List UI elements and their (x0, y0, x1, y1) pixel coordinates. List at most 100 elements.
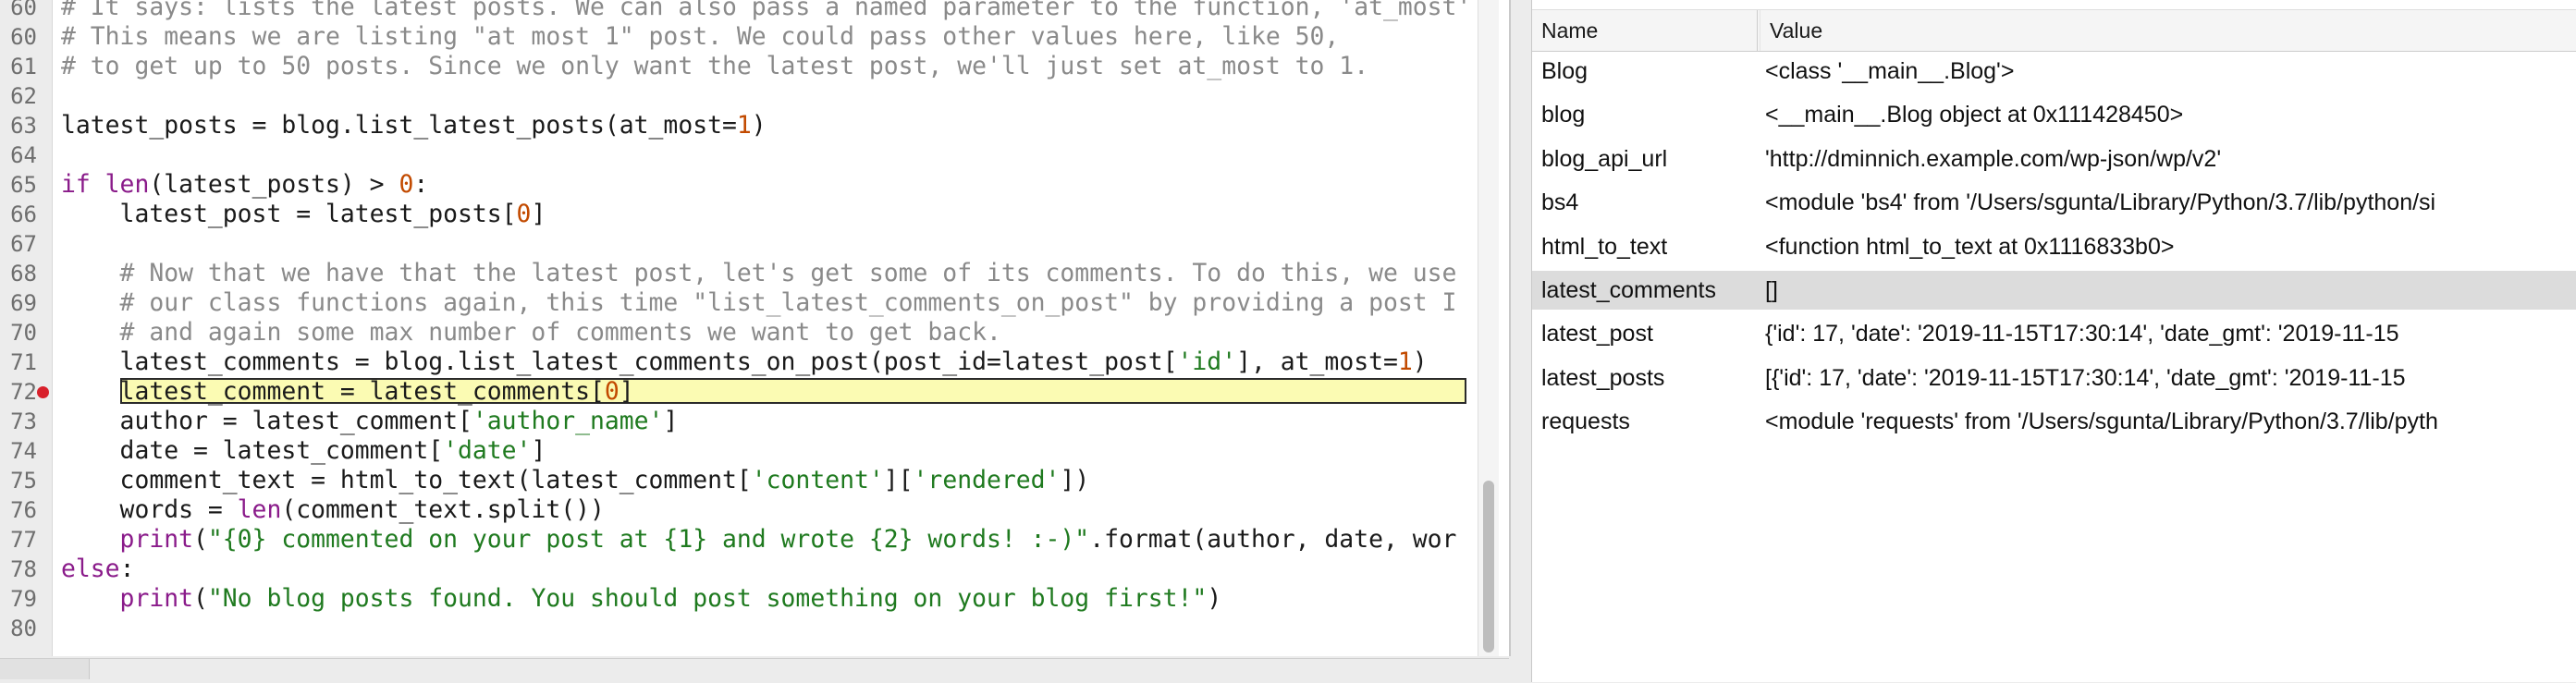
variables-table-header: Name Value (1532, 9, 2576, 52)
code-line[interactable]: 63 latest_posts = blog.list_latest_posts(… (0, 111, 1489, 140)
variable-name: Blog (1541, 58, 1589, 84)
line-number: 68 (10, 261, 37, 287)
code-line[interactable]: 60 # It says: lists the latest posts. We … (0, 0, 1489, 22)
code-line[interactable]: 69 # our class functions again, this tim… (0, 288, 1489, 318)
code-token: 'author_name' (472, 407, 664, 435)
code-line[interactable]: 64 (0, 140, 1489, 170)
code-line[interactable]: 79 print("No blog posts found. You shoul… (0, 584, 1489, 614)
code-editor[interactable]: 60 # It says: lists the latest posts. We … (0, 0, 1511, 656)
code-token: # to get up to 50 posts. Since we only w… (61, 52, 1369, 80)
variable-row[interactable]: Blog <class '__main__.Blog'> (1532, 52, 2576, 91)
code-token: len (237, 495, 282, 524)
code-token: ( (193, 525, 208, 554)
code-line[interactable]: 61 # to get up to 50 posts. Since we only… (0, 52, 1489, 81)
variable-value: <module 'requests' from '/Users/sgunta/L… (1765, 409, 2438, 435)
line-number: 76 (10, 497, 37, 523)
code-token: .format(author, date, wor (1089, 525, 1457, 554)
code-text: # our class functions again, this time "… (61, 288, 1457, 318)
code-text: if len(latest_posts) > 0: (61, 170, 428, 200)
code-token: latest_comment = latest_comments[ (61, 377, 605, 406)
code-text: # This means we are listing "at most 1" … (61, 22, 1339, 52)
code-token: ) (1412, 348, 1428, 376)
variable-row[interactable]: blog_api_url 'http://dminnich.example.com… (1532, 140, 2576, 178)
code-token: 'date' (443, 436, 532, 465)
code-line[interactable]: 75 comment_text = html_to_text(latest_co… (0, 466, 1489, 495)
code-line[interactable]: 66 latest_post = latest_posts[0] (0, 200, 1489, 229)
line-number: 71 (10, 349, 37, 375)
variable-name: blog (1541, 102, 1586, 128)
current-line[interactable]: 72 latest_comment = latest_comments[0] (0, 377, 1489, 407)
code-token: comment_text = html_to_text(latest_comme… (61, 466, 752, 494)
code-token: words = (61, 495, 238, 524)
code-token: ] (531, 200, 546, 228)
code-line[interactable]: 78 else: (0, 555, 1489, 584)
code-token: "{0} commented on your post at {1} and w… (207, 525, 1090, 554)
code-token: ] (663, 407, 679, 435)
line-number: 77 (10, 527, 37, 553)
code-token: date = latest_comment[ (61, 436, 444, 465)
code-line[interactable]: 77 print("{0} commented on your post at … (0, 525, 1489, 555)
code-token: 'content' (751, 466, 884, 494)
column-header-name[interactable]: Name (1532, 10, 1758, 51)
code-text: author = latest_comment['author_name'] (61, 407, 679, 436)
variable-value: <__main__.Blog object at 0x111428450> (1765, 102, 2184, 128)
code-token: if (61, 170, 105, 199)
code-token: print (61, 525, 193, 554)
variable-row[interactable]: bs4 <module 'bs4' from '/Users/sgunta/Lib… (1532, 183, 2576, 222)
code-line[interactable]: 62 (0, 81, 1489, 111)
code-text: latest_comment = latest_comments[0] (61, 377, 634, 407)
variable-row[interactable]: html_to_text <function html_to_text at 0x… (1532, 227, 2576, 266)
code-token: 1 (1397, 348, 1413, 376)
breakpoint-icon[interactable] (37, 386, 49, 398)
line-number: 62 (10, 83, 37, 109)
code-token: author = latest_comment[ (61, 407, 472, 435)
code-token: ]) (1060, 466, 1090, 494)
code-line[interactable]: 76 words = len(comment_text.split()) (0, 495, 1489, 525)
line-number: 78 (10, 556, 37, 582)
code-line[interactable]: 67 (0, 229, 1489, 259)
code-token: ] (619, 377, 634, 406)
variable-value: [] (1765, 277, 1778, 303)
code-text: # It says: lists the latest posts. We ca… (61, 0, 1471, 22)
code-text: date = latest_comment['date'] (61, 436, 546, 466)
code-token: 'rendered' (913, 466, 1061, 494)
variable-row[interactable]: latest_posts [{'id': 17, 'date': '2019-11… (1532, 359, 2576, 397)
code-text: # to get up to 50 posts. Since we only w… (61, 52, 1368, 81)
line-number: 60 (10, 0, 37, 20)
bottom-tab[interactable] (0, 659, 90, 679)
column-header-value[interactable]: Value (1760, 10, 2576, 51)
code-text: comment_text = html_to_text(latest_comme… (61, 466, 1090, 495)
code-text: # and again some max number of comments … (61, 318, 1001, 348)
code-line[interactable]: 74 date = latest_comment['date'] (0, 436, 1489, 466)
code-token: print (61, 584, 193, 613)
variable-value: <function html_to_text at 0x1116833b0> (1765, 233, 2175, 260)
code-line[interactable]: 73 author = latest_comment['author_name'… (0, 407, 1489, 436)
code-token: # Now that we have that the latest post,… (61, 259, 1457, 287)
line-number: 66 (10, 201, 37, 227)
line-number: 60 (10, 24, 37, 50)
line-number: 79 (10, 586, 37, 612)
editor-vertical-scrollbar[interactable] (1478, 0, 1499, 656)
variable-value: <module 'bs4' from '/Users/sgunta/Librar… (1765, 189, 2436, 216)
line-number: 64 (10, 142, 37, 168)
variable-row[interactable]: latest_comments [] (1532, 271, 2576, 310)
code-line[interactable]: 60 # This means we are listing "at most 1… (0, 22, 1489, 52)
variable-row[interactable]: latest_post {'id': 17, 'date': '2019-11-1… (1532, 314, 2576, 353)
code-token: : (413, 170, 429, 199)
code-token: # It says: lists the latest posts. We ca… (61, 0, 1472, 21)
code-token: ], at_most= (1236, 348, 1398, 376)
code-token: latest_posts = blog.list_latest_posts(at… (61, 111, 737, 140)
code-token: 'id' (1177, 348, 1237, 376)
code-line[interactable]: 80 (0, 614, 1489, 643)
code-line[interactable]: 71 latest_comments = blog.list_latest_co… (0, 348, 1489, 377)
variable-name: bs4 (1541, 189, 1579, 216)
variable-row[interactable]: blog <__main__.Blog object at 0x111428450… (1532, 95, 2576, 134)
editor-scrollbar-thumb[interactable] (1483, 481, 1494, 653)
line-number: 72 (10, 379, 37, 405)
variable-row[interactable]: requests <module 'requests' from '/Users/… (1532, 402, 2576, 441)
code-line[interactable]: 70 # and again some max number of commen… (0, 318, 1489, 348)
code-text: print("{0} commented on your post at {1}… (61, 525, 1457, 555)
code-line[interactable]: 65 if len(latest_posts) > 0: (0, 170, 1489, 200)
code-line[interactable]: 68 # Now that we have that the latest po… (0, 259, 1489, 288)
line-number: 61 (10, 54, 37, 79)
